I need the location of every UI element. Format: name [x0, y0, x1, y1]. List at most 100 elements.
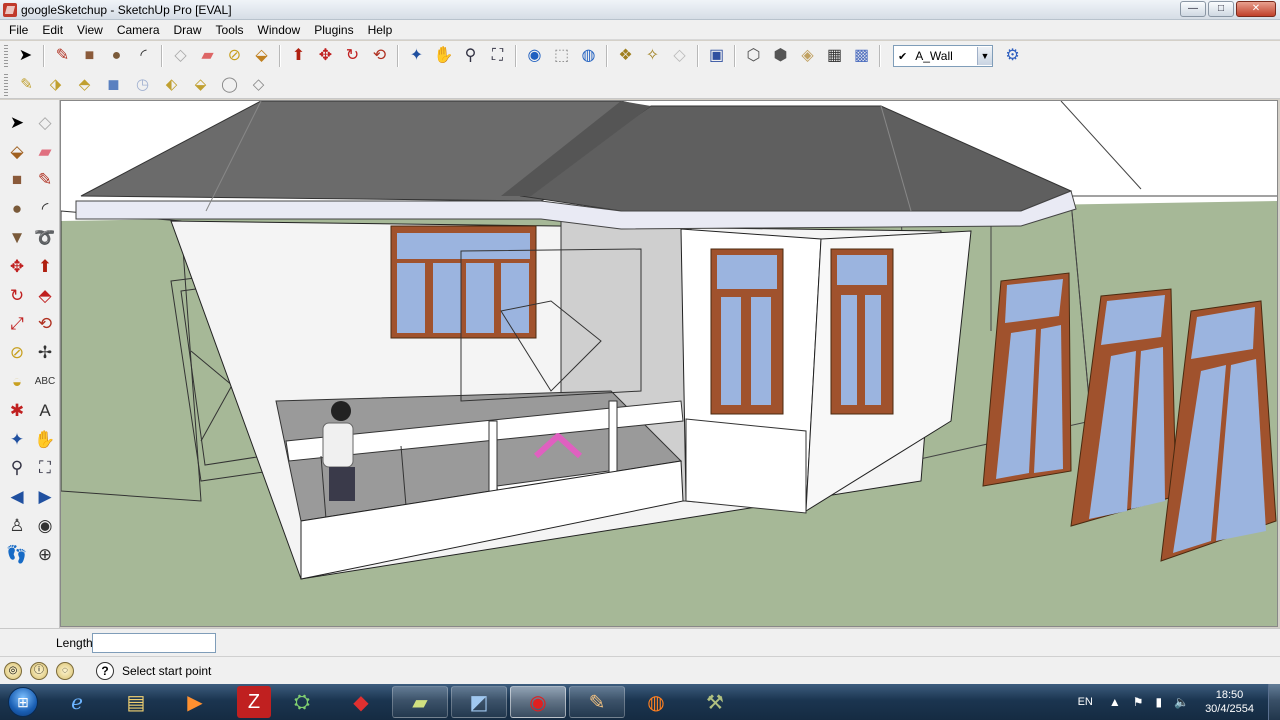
toolbar-grip[interactable]: [4, 45, 8, 67]
rectangle-icon[interactable]: ■: [76, 43, 103, 69]
measurements-input[interactable]: [92, 632, 216, 653]
paint-bucket-icon[interactable]: ⬙: [248, 43, 275, 69]
help-icon[interactable]: ?: [96, 661, 114, 680]
follow-me-icon[interactable]: ⬘: [31, 282, 59, 308]
hidden-line-style-icon[interactable]: ⬢: [767, 43, 794, 69]
text-icon[interactable]: ABC: [31, 369, 59, 395]
paint-icon[interactable]: ◩: [451, 686, 507, 718]
sandbox-from-scratch-icon[interactable]: ⬗: [41, 73, 70, 97]
zoom-icon[interactable]: ⚲: [3, 455, 31, 481]
menu-draw[interactable]: Draw: [167, 20, 209, 40]
component-icon[interactable]: ◇: [31, 109, 59, 135]
arc-icon[interactable]: ◜: [130, 43, 157, 69]
preview-in-google-earth-icon[interactable]: ◇: [666, 43, 693, 69]
diamond-icon[interactable]: ◇: [244, 73, 273, 97]
drape-icon[interactable]: ◷: [128, 73, 157, 97]
rotate-icon[interactable]: ↻: [339, 43, 366, 69]
get-photo-texture-icon[interactable]: ❖: [612, 43, 639, 69]
wireframe-style-icon[interactable]: ⬡: [740, 43, 767, 69]
look-around-icon[interactable]: ◉: [31, 513, 59, 539]
position-camera-icon[interactable]: ♙: [3, 513, 31, 539]
push-pull-icon[interactable]: ⬆: [285, 43, 312, 69]
move-icon[interactable]: ✥: [312, 43, 339, 69]
layer-manager-icon[interactable]: ⚙: [999, 43, 1026, 69]
volume-icon[interactable]: 🔈: [1174, 695, 1189, 709]
protractor-icon[interactable]: ◒: [3, 369, 31, 395]
monochrome-style-icon[interactable]: ▩: [848, 43, 875, 69]
tape-measure-icon[interactable]: ⊘: [221, 43, 248, 69]
place-model-icon[interactable]: ◍: [575, 43, 602, 69]
xray-style-icon[interactable]: ▣: [703, 43, 730, 69]
firefox-icon[interactable]: ◍: [628, 686, 684, 718]
select-icon[interactable]: ➤: [3, 109, 31, 135]
file-explorer-icon[interactable]: ▤: [108, 686, 164, 718]
menu-edit[interactable]: Edit: [35, 20, 70, 40]
scale-icon[interactable]: ⤢: [3, 311, 31, 337]
add-detail-icon[interactable]: ⬖: [157, 73, 186, 97]
stamp-icon[interactable]: ◼: [99, 73, 128, 97]
smoove-icon[interactable]: ⬘: [70, 73, 99, 97]
sandbox-from-contours-icon[interactable]: ✎: [12, 73, 41, 97]
chevron-down-icon[interactable]: ▼: [977, 47, 992, 65]
offset-icon[interactable]: ⟲: [366, 43, 393, 69]
previous-view-icon[interactable]: ◀: [3, 484, 31, 510]
line-icon[interactable]: ✎: [49, 43, 76, 69]
filezilla-icon[interactable]: Z: [237, 686, 271, 718]
language-indicator[interactable]: EN: [1078, 696, 1093, 708]
sticky-notes-icon[interactable]: ▰: [392, 686, 448, 718]
paint-bucket-icon[interactable]: ⬙: [3, 138, 31, 164]
toolbar-grip[interactable]: [4, 73, 8, 96]
walk-icon[interactable]: 👣: [3, 541, 31, 567]
menu-plugins[interactable]: Plugins: [307, 20, 360, 40]
eraser-icon[interactable]: ▰: [31, 138, 59, 164]
menu-tools[interactable]: Tools: [209, 20, 251, 40]
drawing-viewport[interactable]: [60, 100, 1278, 627]
tape-measure-icon[interactable]: ⊘: [3, 340, 31, 366]
offset-icon[interactable]: ⟲: [31, 311, 59, 337]
network-status-icon[interactable]: ⚑: [1133, 695, 1144, 709]
orbit-icon[interactable]: ✦: [403, 43, 430, 69]
freehand-icon[interactable]: ➰: [31, 225, 59, 251]
close-button[interactable]: ✕: [1236, 1, 1276, 17]
minimize-button[interactable]: —: [1180, 1, 1206, 17]
move-icon[interactable]: ✥: [3, 253, 31, 279]
circle-icon[interactable]: ●: [103, 43, 130, 69]
zoom-icon[interactable]: ⚲: [457, 43, 484, 69]
sign-in-icon[interactable]: ◌: [56, 661, 74, 680]
next-view-icon[interactable]: ▶: [31, 484, 59, 510]
orbit-icon[interactable]: ✦: [3, 426, 31, 452]
make-component-icon[interactable]: ◇: [167, 43, 194, 69]
clock[interactable]: 18:50 30/4/2554: [1205, 688, 1254, 716]
menu-help[interactable]: Help: [361, 20, 400, 40]
menu-window[interactable]: Window: [251, 20, 308, 40]
zoom-extents-icon[interactable]: ⛶: [484, 43, 511, 69]
menu-view[interactable]: View: [70, 20, 110, 40]
arc-icon[interactable]: ◜: [31, 196, 59, 222]
layer-select[interactable]: ✔ A_Wall ▼: [893, 45, 993, 67]
start-button[interactable]: ⊞: [0, 684, 46, 720]
3d-text-icon[interactable]: A: [31, 397, 59, 423]
zoom-window-icon[interactable]: ⛶: [31, 455, 59, 481]
pencil-app-icon[interactable]: ✎: [569, 686, 625, 718]
acrobat-icon[interactable]: ◆: [333, 686, 389, 718]
sketchup-icon[interactable]: ◉: [510, 686, 566, 718]
push-pull-icon[interactable]: ⬆: [31, 253, 59, 279]
internet-explorer-icon[interactable]: ℯ: [49, 686, 105, 718]
network-icon[interactable]: ⛭: [274, 686, 330, 718]
maximize-button[interactable]: □: [1208, 1, 1234, 17]
show-desktop-button[interactable]: [1268, 684, 1280, 720]
polygon-icon[interactable]: ▼: [3, 225, 31, 251]
credits-icon[interactable]: ⓘ: [30, 661, 48, 680]
share-model-icon[interactable]: ⬚: [548, 43, 575, 69]
menu-file[interactable]: File: [2, 20, 35, 40]
rectangle-icon[interactable]: ■: [3, 167, 31, 193]
axes-icon[interactable]: ✱: [3, 397, 31, 423]
shaded-style-icon[interactable]: ◈: [794, 43, 821, 69]
select-icon[interactable]: ➤: [12, 43, 39, 69]
section-plane-icon[interactable]: ⊕: [31, 541, 59, 567]
show-hidden-icons-icon[interactable]: ▲: [1109, 695, 1121, 709]
pan-icon[interactable]: ✋: [31, 426, 59, 452]
shaded-textures-style-icon[interactable]: ▦: [821, 43, 848, 69]
get-models-icon[interactable]: ◉: [521, 43, 548, 69]
eraser-icon[interactable]: ▰: [194, 43, 221, 69]
